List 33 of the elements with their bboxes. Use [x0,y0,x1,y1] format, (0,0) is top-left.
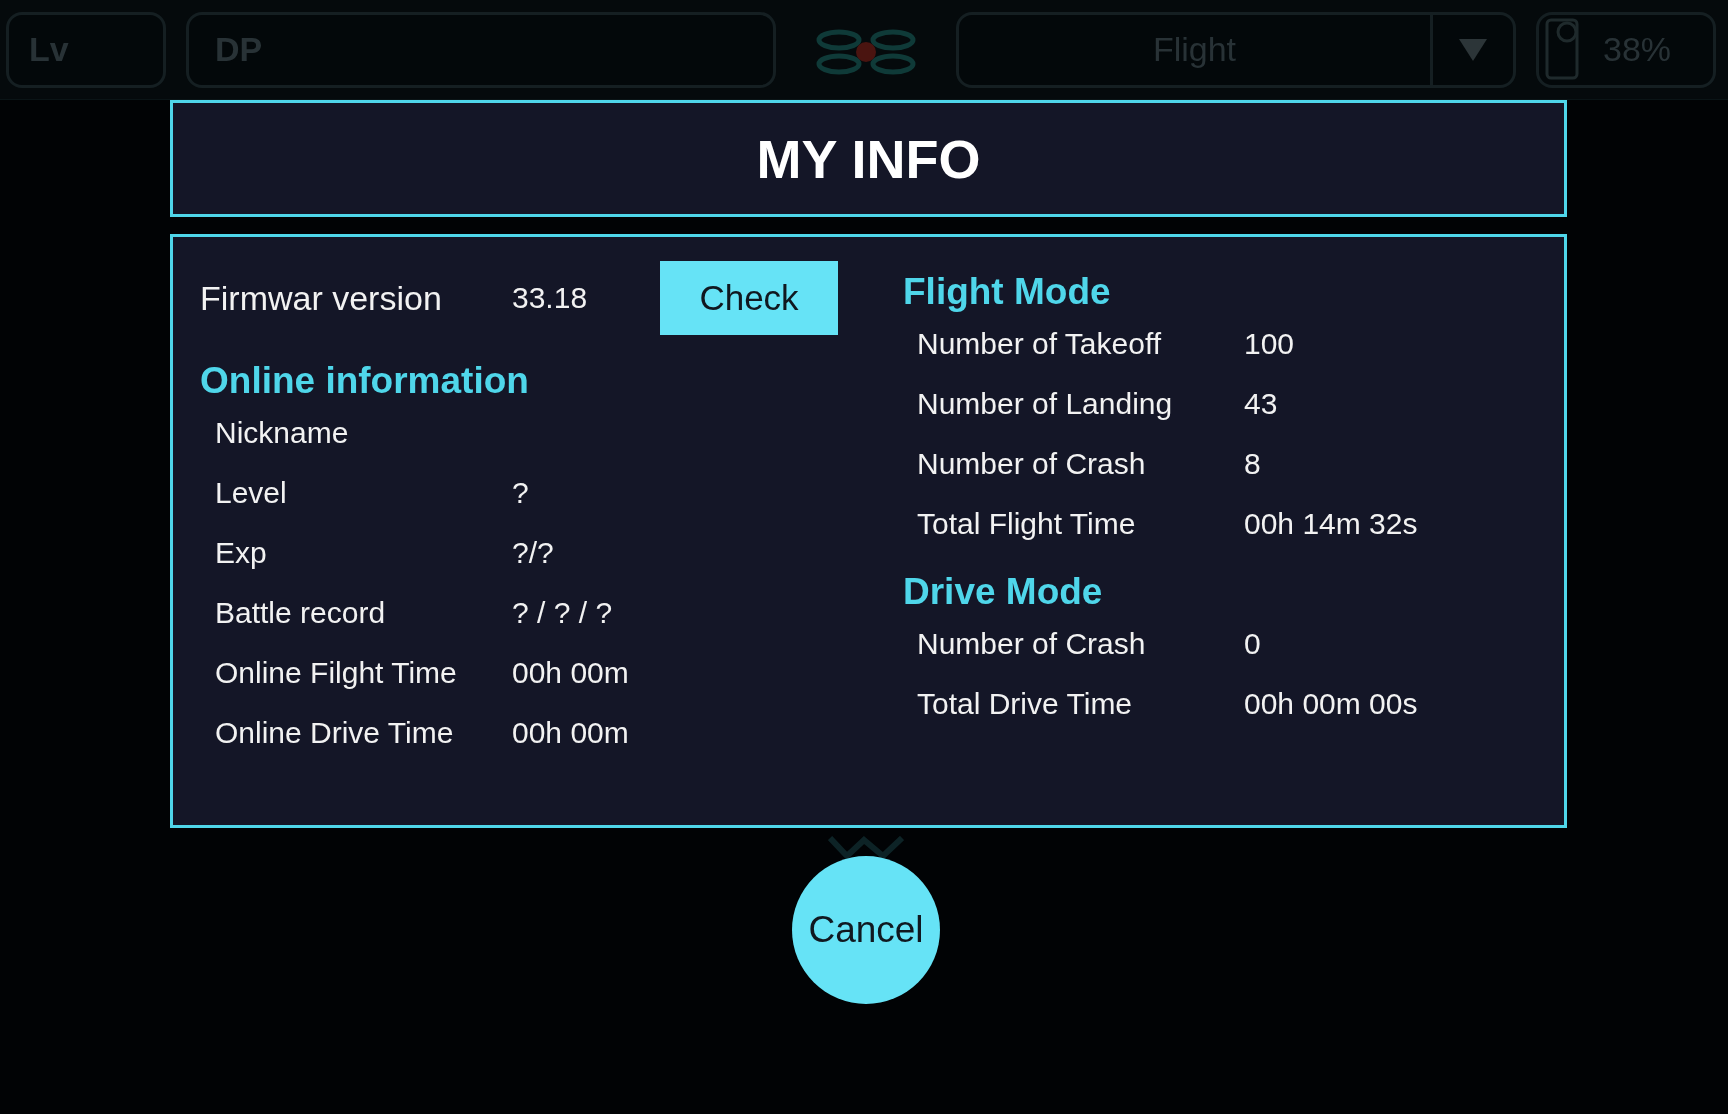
stat-label: Total Flight Time [917,507,1137,541]
stat-label: Exp [215,536,268,570]
caret-icon [1459,38,1487,61]
stat-value: 00h 00m 00s [1244,687,1418,721]
check-button[interactable]: Check [660,261,838,335]
firmware-version: 33.18 [512,281,589,315]
chevron-icon [828,836,904,860]
stat-label: Number of Landing [917,387,1174,421]
stat-value: 00h 14m 32s [1244,507,1418,541]
stat-label: Battle record [215,596,387,630]
stat-value: ?/? [512,536,554,570]
stat-value: 43 [1244,387,1278,421]
dialog-title: MY INFO [756,127,981,190]
stat-label: Number of Crash [917,627,1147,661]
stat-label: Total Drive Time [917,687,1134,721]
firmware-label: Firmwar version [200,278,443,318]
stat-value: 8 [1244,447,1261,481]
stat-label: Number of Takeoff [917,327,1163,361]
cancel-button[interactable]: Cancel [792,856,940,1004]
stat-value: 00h 00m [512,656,629,690]
section-heading: Flight Mode [903,270,1112,314]
section-heading: Drive Mode [903,570,1104,614]
stat-label: Online Filght Time [215,656,458,690]
stat-label: Online Drive Time [215,716,455,750]
section-heading: Online information [200,359,530,403]
stat-label: Nickname [215,416,350,450]
stat-value: 0 [1244,627,1261,661]
stat-value: ? [512,476,529,510]
stat-value: ? / ? / ? [512,596,613,630]
stat-label: Level [215,476,288,510]
stat-value: 00h 00m [512,716,629,750]
stat-value: 100 [1244,327,1295,361]
stat-label: Number of Crash [917,447,1147,481]
